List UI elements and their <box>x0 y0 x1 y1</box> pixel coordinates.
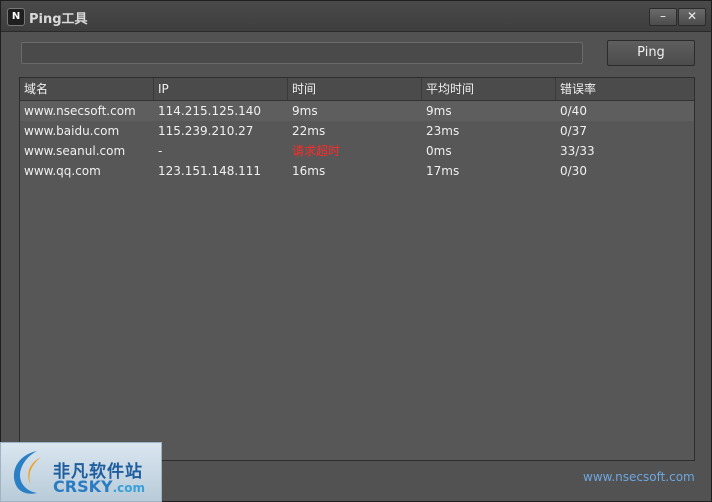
cell-ip: - <box>158 144 163 158</box>
title-bar[interactable]: N Ping工具 – ✕ <box>1 1 711 32</box>
app-logo-icon: N <box>7 8 25 26</box>
cell-time: 22ms <box>292 124 326 138</box>
table-row[interactable]: www.qq.com 123.151.148.111 16ms 17ms 0/3… <box>20 161 694 181</box>
column-header-avg-time[interactable]: 平均时间 <box>422 78 556 100</box>
cell-domain: www.baidu.com <box>24 124 120 138</box>
cell-error-rate: 33/33 <box>560 144 595 158</box>
cell-ip: 115.239.210.27 <box>158 124 254 138</box>
close-icon: ✕ <box>686 9 698 23</box>
column-header-domain[interactable]: 域名 <box>20 78 154 100</box>
cell-time: 16ms <box>292 164 326 178</box>
cell-domain: www.nsecsoft.com <box>24 104 136 118</box>
ping-button[interactable]: Ping <box>607 40 695 66</box>
table-header: 域名 IP 时间 平均时间 错误率 <box>20 78 694 101</box>
cell-ip: 123.151.148.111 <box>158 164 262 178</box>
cell-ip: 114.215.125.140 <box>158 104 262 118</box>
cell-avg-time: 9ms <box>426 104 452 118</box>
cell-avg-time: 23ms <box>426 124 460 138</box>
crsky-watermark: 非凡软件站 CRSKY.com <box>0 442 162 502</box>
table-row[interactable]: www.nsecsoft.com 114.215.125.140 9ms 9ms… <box>20 101 694 121</box>
cell-error-rate: 0/37 <box>560 124 587 138</box>
watermark-suffix: .com <box>112 481 145 495</box>
column-header-time[interactable]: 时间 <box>288 78 422 100</box>
cell-error-rate: 0/30 <box>560 164 587 178</box>
ping-tool-window: N Ping工具 – ✕ Ping 域名 IP 时间 平均时间 错误率 www.… <box>0 0 712 502</box>
results-table[interactable]: 域名 IP 时间 平均时间 错误率 www.nsecsoft.com 114.2… <box>19 77 695 461</box>
cell-time-timeout: 请求超时 <box>292 144 341 158</box>
minimize-button[interactable]: – <box>649 8 677 26</box>
watermark-brand: CRSKY <box>53 477 113 496</box>
watermark-en-text: CRSKY.com <box>53 477 145 496</box>
table-row[interactable]: www.seanul.com - 请求超时 0ms 33/33 <box>20 141 694 161</box>
cell-time: 9ms <box>292 104 318 118</box>
window-title: Ping工具 <box>29 12 88 27</box>
column-header-ip[interactable]: IP <box>154 78 288 100</box>
minimize-icon: – <box>660 9 666 23</box>
website-link[interactable]: www.nsecsoft.com <box>583 470 695 484</box>
cell-error-rate: 0/40 <box>560 104 587 118</box>
column-header-error-rate[interactable]: 错误率 <box>556 78 694 100</box>
close-button[interactable]: ✕ <box>678 8 706 26</box>
host-input[interactable] <box>21 42 583 64</box>
crsky-logo-icon <box>13 451 41 494</box>
cell-avg-time: 0ms <box>426 144 452 158</box>
cell-domain: www.seanul.com <box>24 144 126 158</box>
table-row[interactable]: www.baidu.com 115.239.210.27 22ms 23ms 0… <box>20 121 694 141</box>
cell-domain: www.qq.com <box>24 164 101 178</box>
cell-avg-time: 17ms <box>426 164 460 178</box>
